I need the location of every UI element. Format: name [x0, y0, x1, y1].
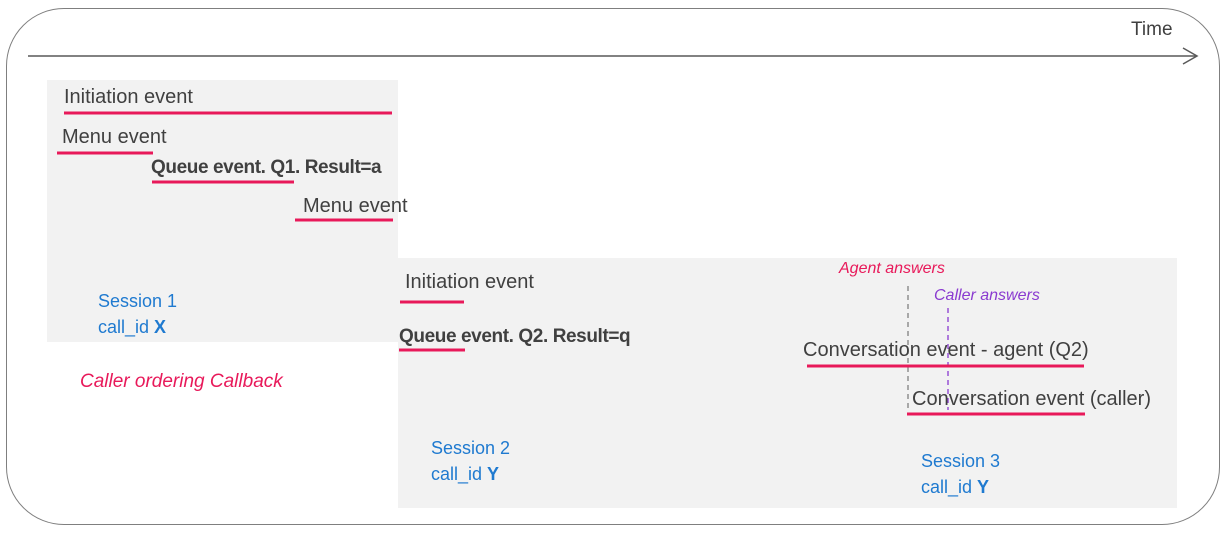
conversation-event-caller: Conversation event (caller) [912, 388, 1151, 410]
call-id-label: call_id [921, 477, 973, 497]
session-1-call-id: call_id X [98, 318, 166, 336]
session-2-call-id: call_id Y [431, 465, 499, 483]
queue-event-1: Queue event. Q1. Result=a [151, 157, 382, 178]
call-id-label: call_id [431, 464, 483, 484]
caller-answers-label: Caller answers [934, 287, 1040, 304]
agent-answers-label: Agent answers [839, 260, 945, 277]
diagram-lines [28, 47, 1199, 416]
call-id-label: call_id [98, 317, 150, 337]
caller-ordering-callback-note: Caller ordering Callback [80, 371, 283, 392]
session-3-name: Session 3 [921, 451, 1001, 471]
conversation-event-agent: Conversation event - agent (Q2) [803, 339, 1089, 361]
call-id-value: X [154, 317, 167, 337]
time-label: Time [1131, 19, 1173, 40]
session-2-name: Session 2 [431, 438, 511, 458]
initiation-event-2: Initiation event [405, 271, 534, 293]
menu-event-2: Menu event [303, 195, 408, 217]
menu-event-1: Menu event [62, 126, 167, 148]
call-id-value: Y [487, 464, 500, 484]
initiation-event-1: Initiation event [64, 86, 193, 108]
session-3-call-id: call_id Y [921, 478, 989, 496]
session-1-name: Session 1 [98, 291, 178, 311]
queue-event-2: Queue event. Q2. Result=q [399, 326, 631, 347]
call-id-value: Y [977, 477, 990, 497]
